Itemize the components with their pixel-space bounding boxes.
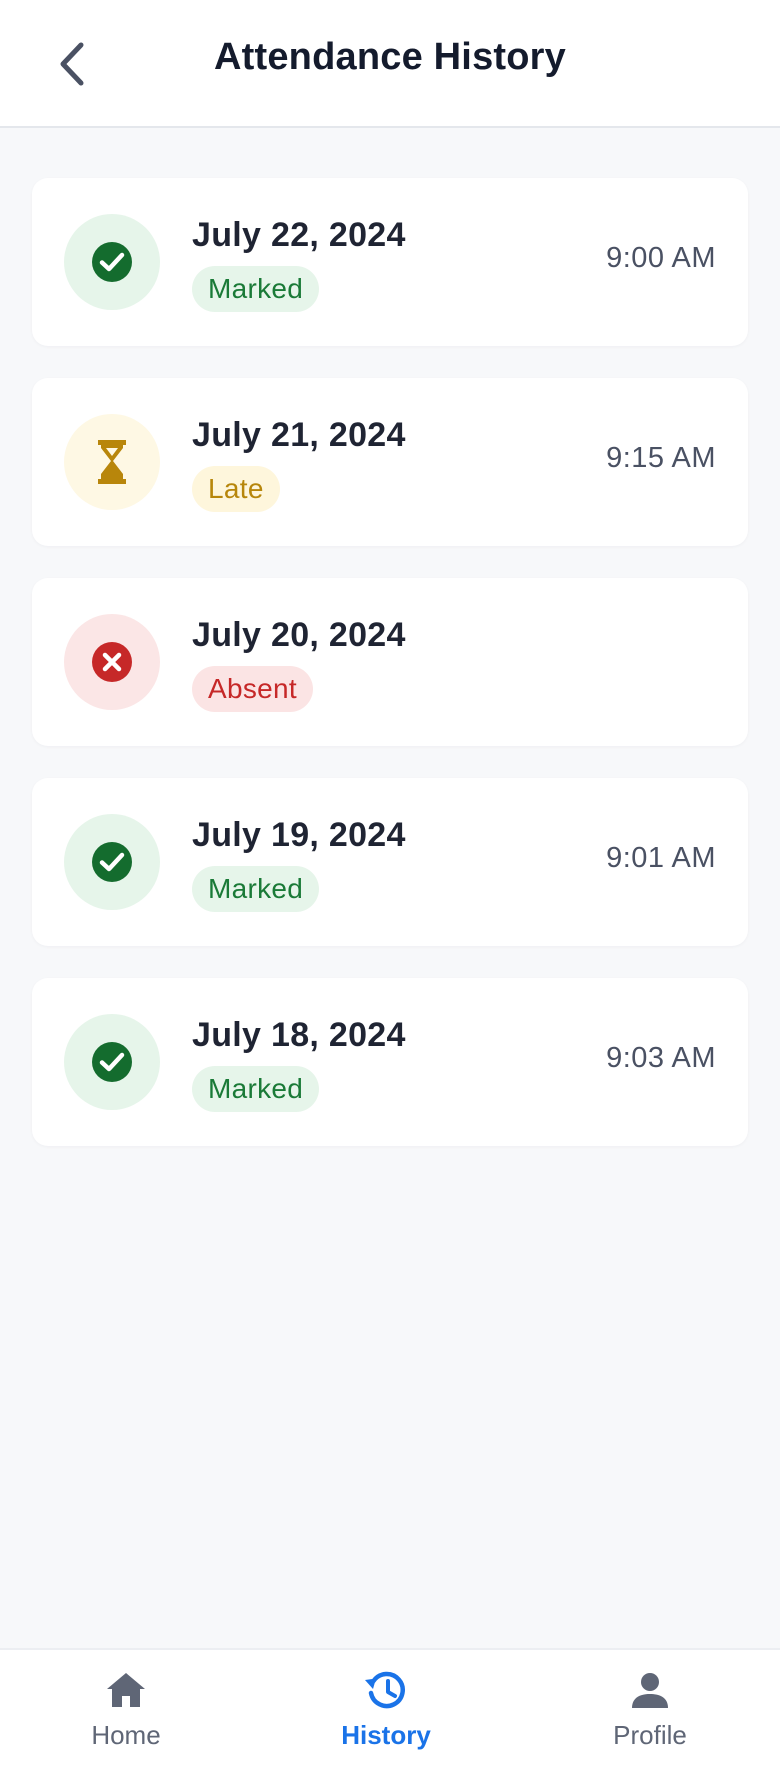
tab-label: History <box>341 1720 431 1750</box>
record-date: July 19, 2024 <box>192 816 406 854</box>
status-badge: Marked <box>192 266 320 312</box>
x-circle-icon <box>64 614 160 710</box>
check-circle-icon <box>64 214 160 310</box>
attendance-list: July 22, 2024 Marked 9:00 AM July 21, 20… <box>32 178 748 1178</box>
status-badge: Absent <box>192 666 313 712</box>
page-title: Attendance History <box>213 36 566 78</box>
attendance-card[interactable]: July 18, 2024 Marked 9:03 AM <box>32 978 748 1146</box>
attendance-card[interactable]: July 21, 2024 Late 9:15 AM <box>32 378 748 546</box>
record-time: 9:03 AM <box>606 1042 716 1074</box>
record-date: July 20, 2024 <box>192 616 406 654</box>
record-time: 9:15 AM <box>606 442 716 474</box>
tab-home[interactable]: Home <box>26 1666 226 1762</box>
attendance-card[interactable]: July 20, 2024 Absent <box>32 578 748 746</box>
bottom-nav: Home History Profile <box>0 1648 780 1768</box>
history-icon <box>365 1671 405 1709</box>
status-badge: Marked <box>192 866 320 912</box>
record-date: July 22, 2024 <box>192 216 406 254</box>
record-date: July 18, 2024 <box>192 1016 406 1054</box>
tab-label: Profile <box>613 1720 687 1750</box>
hourglass-icon <box>64 414 160 510</box>
record-date: July 21, 2024 <box>192 416 406 454</box>
status-badge: Marked <box>192 1066 320 1112</box>
check-circle-icon <box>64 1014 160 1110</box>
status-badge: Late <box>192 466 280 512</box>
attendance-card[interactable]: July 19, 2024 Marked 9:01 AM <box>32 778 748 946</box>
home-icon <box>107 1673 145 1707</box>
app-header: Attendance History <box>0 0 780 128</box>
check-circle-icon <box>64 814 160 910</box>
tab-profile[interactable]: Profile <box>550 1666 750 1762</box>
record-time: 9:00 AM <box>606 242 716 274</box>
tab-label: Home <box>91 1720 161 1750</box>
record-time: 9:01 AM <box>606 842 716 874</box>
attendance-card[interactable]: July 22, 2024 Marked 9:00 AM <box>32 178 748 346</box>
person-icon <box>632 1673 668 1708</box>
tab-history[interactable]: History <box>286 1666 486 1762</box>
